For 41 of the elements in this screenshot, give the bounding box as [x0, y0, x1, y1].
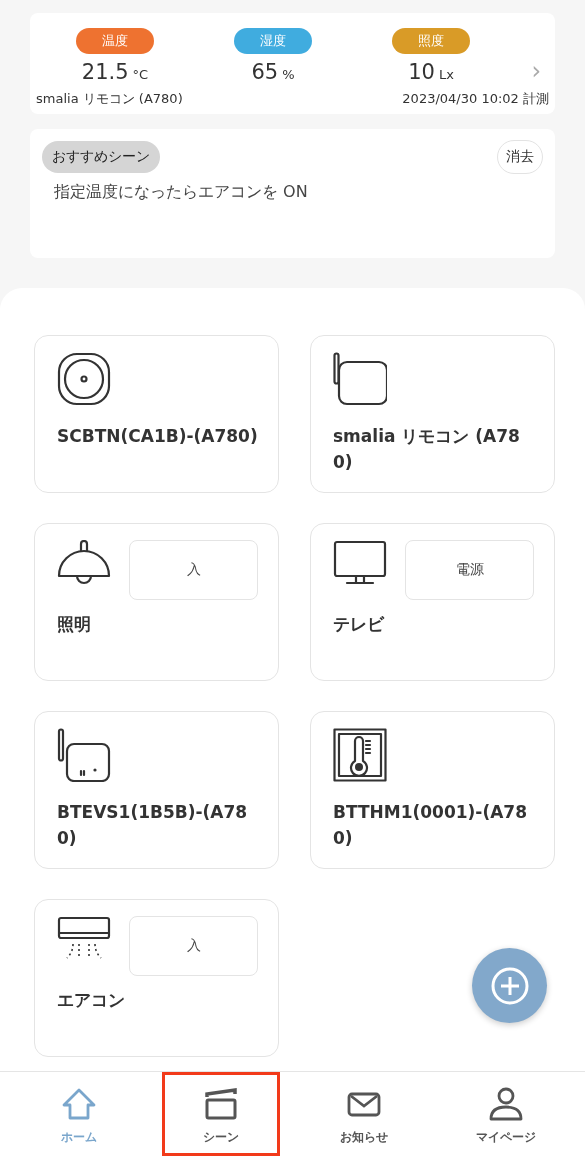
device-card[interactable]: smalia リモコン (A780)	[310, 335, 555, 493]
device-card[interactable]: BTTHM1(0001)-(A780)	[310, 711, 555, 869]
device-name: テレビ	[333, 613, 385, 636]
tab[interactable]: マイページ	[446, 1072, 565, 1156]
sensor-device-icon	[57, 728, 111, 782]
scene-suggestion[interactable]: 指定温度になったらエアコンを ON	[42, 182, 543, 203]
sensor-value: 21.5	[81, 60, 129, 84]
device-name: smalia リモコン (A780)	[333, 425, 521, 474]
sensor-value: 65	[251, 60, 279, 84]
tab[interactable]: お知らせ	[304, 1072, 423, 1156]
sensor-unit: Lx	[438, 67, 454, 82]
action-button[interactable]: 入	[129, 540, 258, 600]
device-card[interactable]: 電源 テレビ	[310, 523, 555, 681]
device-card[interactable]: SCBTN(CA1B)-(A780)	[34, 335, 279, 493]
sensor-value: 10	[408, 60, 435, 84]
hub-device-icon	[333, 352, 387, 406]
tab[interactable]: シーン	[162, 1072, 281, 1156]
plus-icon	[489, 965, 530, 1006]
sensor-unit: °C	[132, 67, 149, 82]
sensor-card[interactable]: 温度 21.5 °C 湿度 65 % 照度 10 Lx › smalia リモコン (A780) 2023/04/30 10:02 計測	[30, 13, 555, 114]
scene-tag: おすすめシーン	[42, 141, 160, 173]
action-button[interactable]: 入	[129, 916, 258, 976]
measured-time: 2023/04/30 10:02 計測	[402, 90, 549, 108]
sensor-badge: 温度	[76, 28, 154, 54]
device-name: エアコン	[57, 989, 126, 1012]
device-label: smalia リモコン (A780)	[36, 90, 183, 108]
device-name: BTEVS1(1B5B)-(A780)	[57, 801, 249, 850]
device-card[interactable]: 入 エアコン	[34, 899, 279, 1057]
device-card[interactable]: BTEVS1(1B5B)-(A780)	[34, 711, 279, 869]
device-name: BTTHM1(0001)-(A780)	[333, 801, 528, 850]
device-name: SCBTN(CA1B)-(A780)	[57, 425, 258, 448]
device-card[interactable]: 入 照明	[34, 523, 279, 681]
dismiss-button[interactable]: 消去	[497, 140, 543, 174]
action-button[interactable]: 電源	[405, 540, 534, 600]
chevron-icon: ›	[531, 57, 541, 85]
sensor-badge: 湿度	[234, 28, 312, 54]
device-name: 照明	[57, 613, 92, 636]
thermometer-icon	[333, 728, 387, 782]
sensor-unit: %	[282, 67, 295, 82]
sensor-badge: 照度	[392, 28, 470, 54]
round-button-icon	[57, 352, 111, 406]
